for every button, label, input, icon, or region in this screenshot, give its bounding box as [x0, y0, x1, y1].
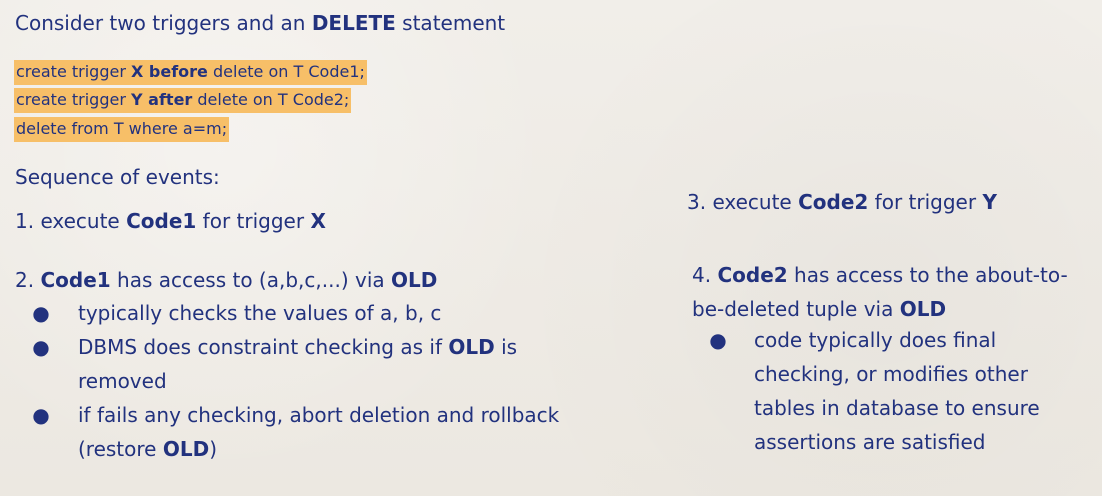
bullet-icon: ●	[709, 328, 727, 352]
step-4-bullet: ● code typically does final checking, or…	[708, 323, 1088, 459]
slide-content: Consider two triggers and an DELETE stat…	[0, 0, 1102, 496]
page-title: Consider two triggers and an DELETE stat…	[15, 11, 506, 35]
step-2-bullet-1: ● typically checks the values of a, b, c	[31, 296, 571, 330]
step-4: 4. Code2 has access to the about-to-be-d…	[692, 263, 1068, 321]
bullet-icon: ●	[32, 403, 50, 427]
step-1: 1. execute Code1 for trigger X	[15, 209, 326, 233]
sequence-heading: Sequence of events:	[15, 165, 220, 189]
code-line-2: create trigger Y after delete on T Code2…	[14, 88, 352, 113]
bullet-icon: ●	[32, 301, 50, 325]
bullet-text: if fails any checking, abort deletion an…	[78, 403, 560, 461]
code-line-3: delete from T where a=m;	[14, 117, 230, 142]
step-3: 3. execute Code2 for trigger Y	[687, 190, 997, 214]
step-2-bullet-3: ● if fails any checking, abort deletion …	[31, 398, 571, 466]
step-2: 2. Code1 has access to (a,b,c,...) via O…	[15, 268, 438, 292]
bullet-text: typically checks the values of a, b, c	[78, 301, 442, 325]
code-line-1: create trigger X before delete on T Code…	[14, 60, 367, 85]
bullet-icon: ●	[32, 335, 50, 359]
step-2-bullet-2: ● DBMS does constraint checking as if OL…	[31, 330, 571, 398]
bullet-text: DBMS does constraint checking as if OLD …	[78, 335, 518, 393]
bullet-text: code typically does final checking, or m…	[754, 328, 1040, 454]
